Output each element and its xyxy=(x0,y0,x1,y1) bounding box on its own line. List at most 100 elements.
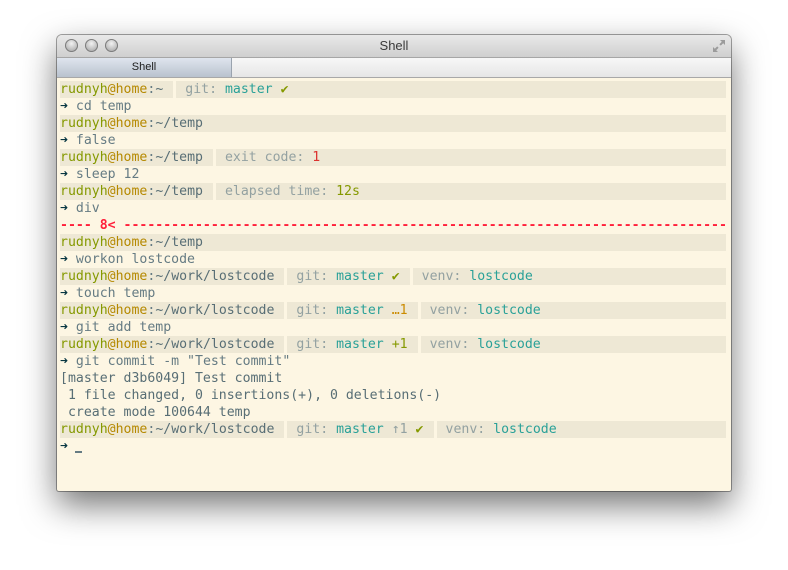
prompt-line: rudnyh@home:~/work/lostcode git: master ↑… xyxy=(60,421,726,438)
segment-separator xyxy=(409,268,413,285)
prompt-user: rudnyh xyxy=(60,150,108,165)
prompt-path: ~/temp xyxy=(155,184,203,199)
prompt-user: rudnyh xyxy=(60,235,108,250)
prompt-segment: elapsed time: 12s xyxy=(225,183,370,200)
prompt-segment: git: master ✔ xyxy=(296,268,409,285)
segment-value: master xyxy=(224,82,273,97)
segment-value: master xyxy=(336,422,384,437)
prompt-arrow-icon: ➜ xyxy=(60,439,68,454)
prompt-segment: git: master …1 xyxy=(296,302,417,319)
segment-separator xyxy=(212,149,216,166)
prompt-user: rudnyh xyxy=(60,184,108,199)
segment-value: lostcode xyxy=(469,269,533,284)
title-bar[interactable]: Shell xyxy=(57,35,731,58)
command-line: ➜ false xyxy=(60,132,728,149)
prompt-path: ~/work/lostcode xyxy=(155,269,275,284)
segment-value: master xyxy=(336,269,384,284)
prompt-segment: git: master ✔ xyxy=(185,81,298,98)
prompt-at: @ xyxy=(107,82,116,97)
prompt-at: @ xyxy=(107,303,116,318)
window-title: Shell xyxy=(379,38,409,53)
prompt-line: rudnyh@home:~/work/lostcode git: master …… xyxy=(60,302,726,319)
command-text: sleep 12 xyxy=(75,167,140,182)
tab-bar: Shell xyxy=(57,58,731,78)
prompt-at: @ xyxy=(107,150,116,165)
prompt-path: ~/temp xyxy=(155,235,203,250)
command-line: ➜ xyxy=(60,438,728,455)
prompt-at: @ xyxy=(107,184,116,199)
prompt-segment: git: master +1 xyxy=(296,336,417,353)
segment-separator xyxy=(417,302,421,319)
command-line: ➜ git commit -m "Test commit" xyxy=(60,353,728,370)
command-line: ➜ git add temp xyxy=(60,319,728,336)
segment-value: master xyxy=(336,303,384,318)
prompt-host: home xyxy=(115,269,148,284)
prompt-segment: venv: lostcode xyxy=(430,336,551,353)
git-status-flag: ↑1 xyxy=(391,422,408,437)
prompt-line: rudnyh@home:~/temp elapsed time: 12s xyxy=(60,183,726,200)
prompt-host: home xyxy=(115,184,148,199)
git-status-flag: ✔ xyxy=(391,269,400,284)
segment-separator xyxy=(417,336,421,353)
prompt-context: rudnyh@home:~/work/lostcode xyxy=(60,421,284,438)
segment-label: git: xyxy=(185,82,225,97)
prompt-line: rudnyh@home:~ git: master ✔ xyxy=(60,81,726,98)
prompt-segment: git: master ↑1 ✔ xyxy=(296,421,433,438)
segment-label: git: xyxy=(296,337,337,352)
segment-separator xyxy=(284,268,288,285)
segment-separator xyxy=(433,421,437,438)
prompt-context: rudnyh@home:~/temp xyxy=(60,115,213,132)
command-text: git commit -m "Test commit" xyxy=(75,354,291,369)
prompt-arrow-icon: ➜ xyxy=(60,99,68,114)
prompt-arrow-icon: ➜ xyxy=(60,201,68,216)
prompt-at: @ xyxy=(107,116,116,131)
fullscreen-arrows-icon[interactable] xyxy=(712,39,726,53)
prompt-at: @ xyxy=(107,269,116,284)
prompt-user: rudnyh xyxy=(60,269,108,284)
prompt-context: rudnyh@home:~/temp xyxy=(60,183,213,200)
command-text: div xyxy=(75,201,100,216)
segment-value: master xyxy=(336,337,384,352)
prompt-context: rudnyh@home:~/work/lostcode xyxy=(60,302,284,319)
prompt-path: ~/work/lostcode xyxy=(155,337,275,352)
prompt-arrow-icon: ➜ xyxy=(60,286,68,301)
prompt-line: rudnyh@home:~/temp xyxy=(60,115,726,132)
prompt-host: home xyxy=(115,337,148,352)
command-output: [master d3b6049] Test commit xyxy=(60,371,283,386)
prompt-arrow-icon: ➜ xyxy=(60,167,68,182)
prompt-arrow-icon: ➜ xyxy=(60,133,68,148)
git-clean-check-icon: ✔ xyxy=(415,422,424,437)
segment-label: venv: xyxy=(429,303,478,318)
tab-shell[interactable]: Shell xyxy=(57,58,232,77)
prompt-segment: venv: lostcode xyxy=(430,302,551,319)
terminal-window: Shell Shell rudnyh@home:~ git: master ✔ ➜ … xyxy=(57,35,731,491)
segment-value: lostcode xyxy=(477,337,541,352)
prompt-context: rudnyh@home:~/work/lostcode xyxy=(60,268,284,285)
command-text: workon lostcode xyxy=(75,252,195,267)
prompt-host: home xyxy=(115,235,148,250)
prompt-host: home xyxy=(115,116,148,131)
prompt-path: ~/temp xyxy=(155,150,203,165)
prompt-host: home xyxy=(115,150,148,165)
segment-value: 1 xyxy=(312,150,321,165)
text-cursor[interactable] xyxy=(74,451,82,453)
git-status-flag: ✔ xyxy=(280,82,289,97)
prompt-host: home xyxy=(115,303,148,318)
terminal-output[interactable]: rudnyh@home:~ git: master ✔ ➜ cd temp rudny… xyxy=(60,81,728,455)
prompt-segment: venv: lostcode xyxy=(422,268,543,285)
segment-label: venv: xyxy=(445,422,494,437)
prompt-arrow-icon: ➜ xyxy=(60,354,68,369)
command-text: false xyxy=(75,133,116,148)
command-text: touch temp xyxy=(75,286,156,301)
prompt-line: rudnyh@home:~/temp xyxy=(60,234,726,251)
prompt-host: home xyxy=(115,422,148,437)
segment-value: lostcode xyxy=(477,303,541,318)
command-output: 1 file changed, 0 insertions(+), 0 delet… xyxy=(60,388,442,403)
segment-label: elapsed time: xyxy=(224,184,337,199)
divider-dashes: ---- xyxy=(60,218,100,233)
command-line: ➜ workon lostcode xyxy=(60,251,728,268)
prompt-user: rudnyh xyxy=(60,82,108,97)
segment-separator xyxy=(284,421,288,438)
scissors-divider: ---- 8< --------------------------------… xyxy=(60,217,728,234)
segment-label: git: xyxy=(296,422,337,437)
